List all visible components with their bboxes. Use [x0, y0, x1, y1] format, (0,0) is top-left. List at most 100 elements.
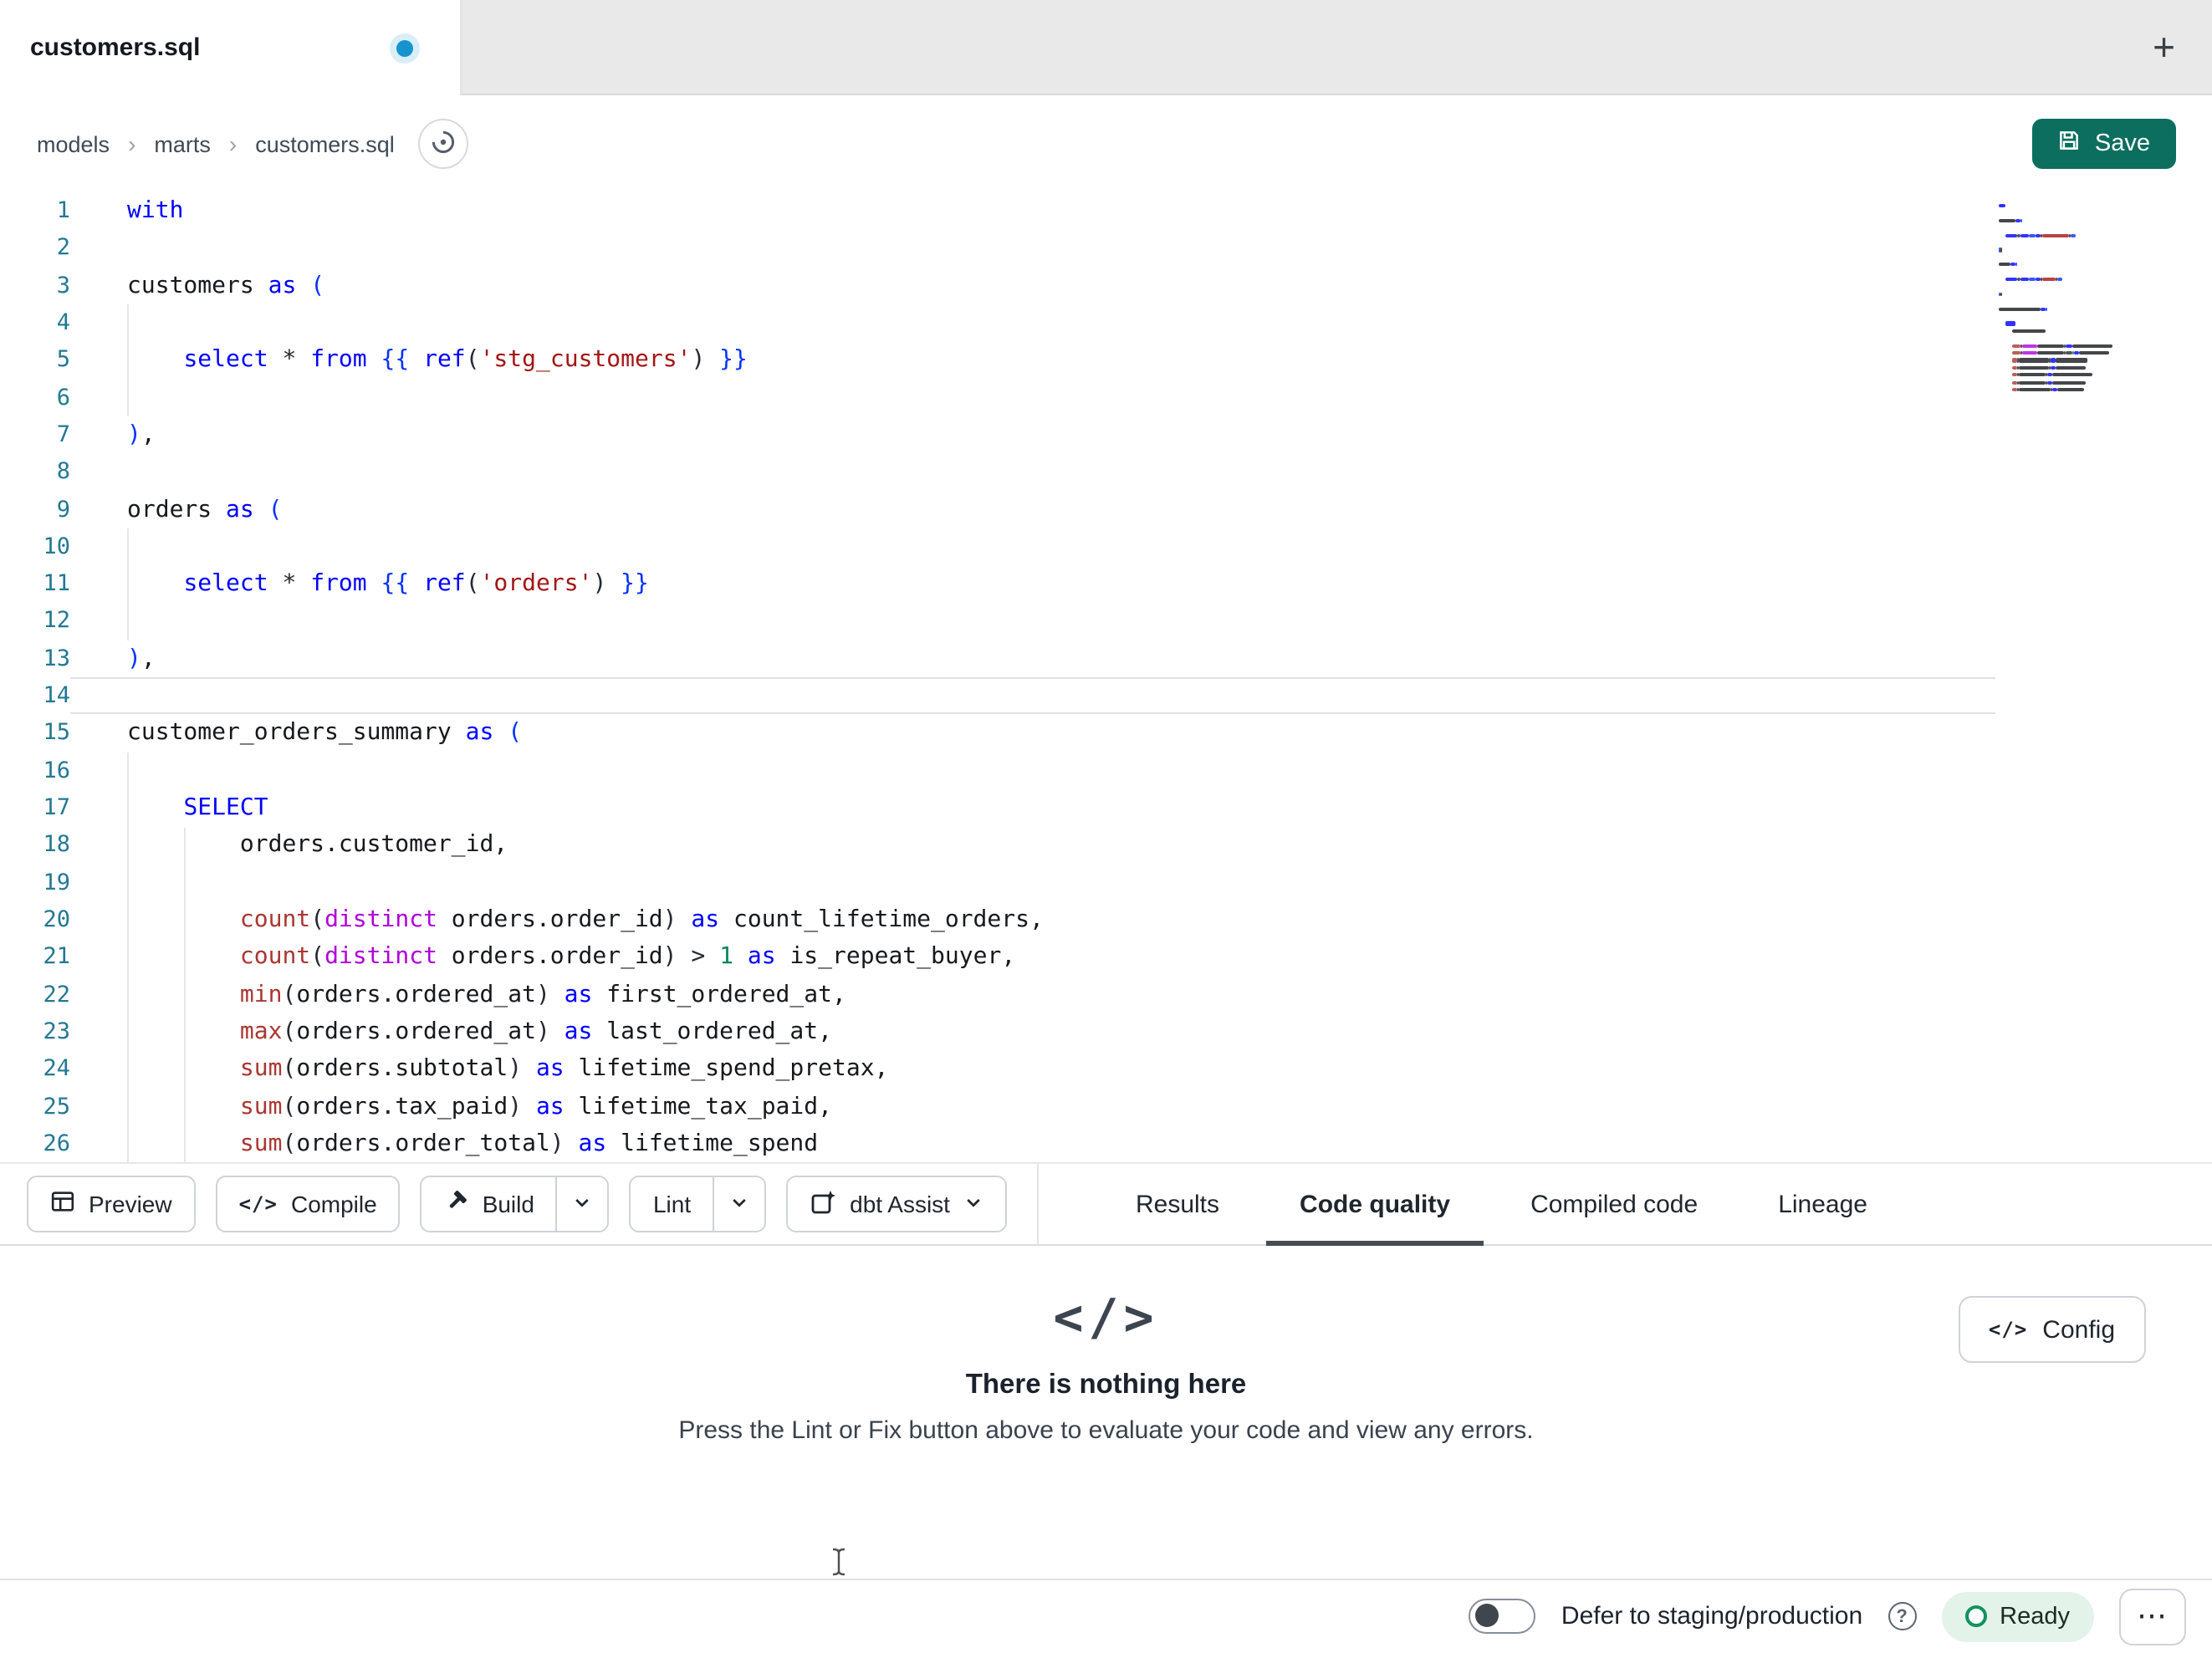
tab-compiled-code[interactable]: Compiled code — [1490, 1164, 1738, 1244]
code-line[interactable]: 16 — [0, 752, 1995, 789]
line-number: 19 — [43, 869, 70, 896]
preview-button[interactable]: Preview — [27, 1176, 196, 1232]
code-token: ) — [549, 1130, 564, 1157]
code-token: select — [183, 570, 283, 598]
file-tab-customers-sql[interactable]: customers.sql — [0, 0, 462, 95]
code-line-text: with — [70, 192, 1995, 230]
code-line[interactable]: 3 customers as ( — [0, 267, 1995, 304]
code-token: * — [282, 570, 311, 598]
code-line[interactable]: 12 — [0, 603, 1995, 640]
code-token: customer_orders_summary — [127, 719, 466, 747]
lint-options-button[interactable] — [713, 1177, 765, 1231]
code-line[interactable]: 1 with — [0, 192, 1995, 230]
code-line[interactable]: 11 select * from {{ ref('orders') }} — [0, 565, 1995, 603]
config-button[interactable]: </> Config — [1958, 1296, 2145, 1363]
code-token: as — [465, 719, 508, 747]
help-icon[interactable]: ? — [1888, 1602, 1917, 1631]
code-token: last_ordered_at, — [592, 1018, 832, 1045]
breadcrumb-separator-icon: › — [228, 130, 238, 157]
lint-button[interactable]: Lint — [631, 1177, 713, 1231]
code-token: ) — [662, 943, 677, 971]
code-line[interactable]: 25 sum(orders.tax_paid) as lifetime_tax_… — [0, 1088, 1995, 1125]
code-token: as — [226, 496, 268, 523]
code-token: count_lifetime_orders, — [719, 906, 1044, 933]
code-line[interactable]: 14 — [0, 677, 1995, 715]
code-line-text: ), — [70, 416, 1995, 454]
minimap-line — [2078, 351, 2109, 355]
ready-status-badge[interactable]: Ready — [1941, 1591, 2093, 1642]
build-label: Build — [482, 1191, 534, 1217]
code-brackets-icon: </> — [238, 1192, 278, 1216]
code-line[interactable]: 4 — [0, 304, 1995, 342]
minimap-line — [2011, 329, 2046, 333]
minimap-line — [2057, 388, 2084, 392]
code-line-text: customers as ( — [70, 267, 1995, 304]
code-editor[interactable]: 1 with 2 3 customers as (4 5 select * from {{… — [0, 192, 2212, 1162]
chevron-down-icon — [573, 1191, 593, 1217]
tab-code-quality[interactable]: Code quality — [1259, 1164, 1490, 1246]
code-token: ( — [465, 570, 480, 598]
code-line[interactable]: 8 — [0, 453, 1995, 491]
code-line[interactable]: 5 select * from {{ ref('stg_customers') … — [0, 342, 1995, 380]
code-line[interactable]: 10 — [0, 528, 1995, 566]
build-options-button[interactable] — [555, 1177, 608, 1231]
minimap[interactable] — [1995, 201, 2132, 411]
compile-button[interactable]: </> Compile — [215, 1176, 401, 1232]
breadcrumb-item-marts[interactable]: marts — [154, 131, 211, 156]
code-token: distinct — [324, 906, 437, 933]
defer-toggle[interactable] — [1469, 1599, 1536, 1635]
new-tab-button[interactable]: + — [2153, 27, 2175, 66]
code-token: , — [140, 645, 156, 672]
code-token: }} — [606, 570, 649, 598]
code-line[interactable]: 18 orders.customer_id, — [0, 827, 1995, 865]
code-line[interactable]: 19 — [0, 864, 1995, 901]
code-line[interactable]: 13), — [0, 640, 1995, 678]
chevron-down-icon — [963, 1191, 983, 1217]
minimap-line — [2005, 278, 2018, 282]
tab-results[interactable]: Results — [1096, 1164, 1259, 1244]
dbt-assist-button[interactable]: dbt Assist — [786, 1176, 1007, 1232]
empty-state-title: There is nothing here — [965, 1370, 1247, 1400]
minimap-line — [2022, 351, 2037, 355]
breadcrumb-item-models[interactable]: models — [37, 131, 110, 156]
code-token: ( — [465, 346, 480, 374]
indent-guide — [127, 528, 129, 640]
minimap-line — [2029, 233, 2036, 237]
code-line[interactable]: 22 min(orders.ordered_at) as first_order… — [0, 976, 1995, 1013]
table-icon — [50, 1189, 75, 1219]
tab-lineage[interactable]: Lineage — [1738, 1164, 1908, 1244]
minimap-line — [2041, 278, 2056, 282]
breadcrumb-item-customers-sql[interactable]: customers.sql — [255, 131, 395, 156]
code-token: orders.subtotal — [296, 1055, 508, 1083]
line-number: 15 — [43, 719, 70, 747]
code-line[interactable]: 15 customer_orders_summary as ( — [0, 715, 1995, 753]
more-options-button[interactable]: ⋯ — [2118, 1588, 2185, 1645]
minimap-line — [2036, 351, 2065, 355]
code-line[interactable]: 17 SELECT — [0, 789, 1995, 827]
minimap-line — [2035, 233, 2041, 237]
build-button[interactable]: Build — [421, 1177, 556, 1231]
code-token: customers — [127, 272, 268, 299]
code-token: sum — [239, 1093, 283, 1120]
minimap-line — [2015, 263, 2018, 267]
code-line[interactable]: 24 sum(orders.subtotal) as lifetime_spen… — [0, 1050, 1995, 1088]
code-line[interactable]: 20 count(distinct orders.order_id) as co… — [0, 901, 1995, 939]
result-tabs: Results Code quality Compiled code Lineage — [1096, 1164, 1908, 1246]
code-quality-panel: </> There is nothing here Press the Lint… — [0, 1246, 2212, 1579]
code-line[interactable]: 7), — [0, 416, 1995, 454]
code-line[interactable]: 9 orders as ( — [0, 491, 1995, 528]
minimap-line — [2052, 373, 2093, 377]
code-line[interactable]: 6 — [0, 379, 1995, 416]
code-token: > — [677, 943, 720, 971]
code-token: {{ — [381, 346, 424, 374]
code-token: as — [522, 1055, 564, 1083]
code-line[interactable]: 21 count(distinct orders.order_id) > 1 a… — [0, 939, 1995, 977]
code-line[interactable]: 2 — [0, 230, 1995, 268]
breadcrumb-row: models › marts › customers.sql Save — [0, 95, 2212, 192]
save-button[interactable]: Save — [2032, 119, 2175, 169]
code-line[interactable]: 23 max(orders.ordered_at) as last_ordere… — [0, 1013, 1995, 1051]
code-line[interactable]: 26 sum(orders.order_total) as lifetime_s… — [0, 1125, 1995, 1162]
code-line-text: orders as ( — [70, 491, 1995, 528]
copilot-button[interactable] — [417, 119, 468, 169]
